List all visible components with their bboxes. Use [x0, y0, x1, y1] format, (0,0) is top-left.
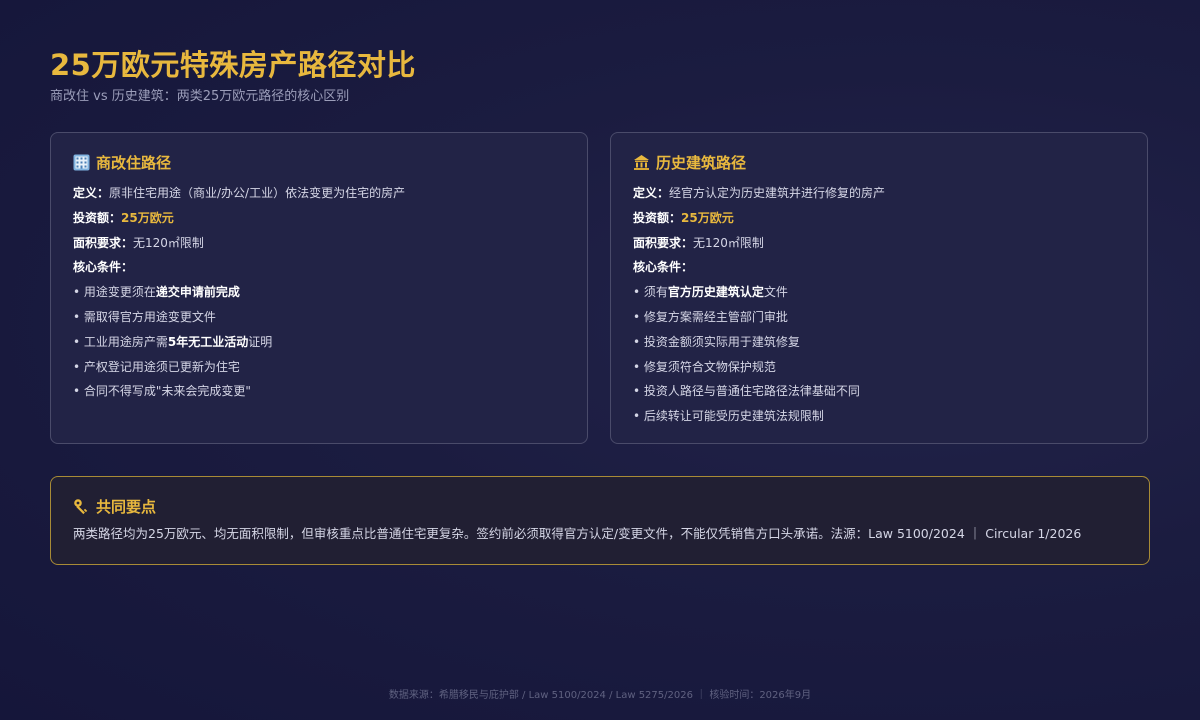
common-title: 共同要点 — [96, 497, 157, 516]
condition-item: • 需取得官方用途变更文件 — [73, 309, 216, 324]
investment-row: 投资额：25万欧元 — [73, 210, 174, 225]
card-title: 历史建筑路径 — [656, 153, 747, 172]
condition-item: • 后续转让可能受历史建筑法规限制 — [633, 409, 824, 424]
area-row: 面积要求：无120㎡限制 — [73, 235, 204, 250]
condition-item: • 投资人路径与普通住宅路径法律基础不同 — [633, 384, 860, 399]
condition-item: • 修复须符合文物保护规范 — [633, 359, 776, 374]
condition-item: • 须有官方历史建筑认定文件 — [633, 285, 788, 300]
common-points-box: 共同要点 两类路径均为25万欧元、均无面积限制，但审核重点比普通住宅更复杂。签约… — [50, 476, 1150, 565]
card-header: 历史建筑路径 — [633, 151, 1125, 173]
key-icon — [73, 498, 90, 515]
definition-row: 定义：经官方认定为历史建筑并进行修复的房产 — [633, 186, 886, 200]
heritage-path-card: 历史建筑路径 定义：经官方认定为历史建筑并进行修复的房产 投资额：25万欧元 面… — [610, 132, 1148, 444]
card-header: 商改住路径 — [73, 151, 565, 173]
common-header: 共同要点 — [73, 495, 1127, 517]
office-building-icon — [73, 154, 90, 171]
condition-item: • 合同不得写成"未来会完成变更" — [73, 384, 251, 399]
page-title: 25万欧元特殊房产路径对比 — [50, 48, 416, 82]
page-subtitle: 商改住 vs 历史建筑：两类25万欧元路径的核心区别 — [50, 89, 350, 104]
condition-item: • 工业用途房产需5年无工业活动证明 — [73, 334, 273, 349]
area-row: 面积要求：无120㎡限制 — [633, 235, 764, 250]
common-text: 两类路径均为25万欧元、均无面积限制，但审核重点比普通住宅更复杂。签约前必须取得… — [73, 526, 1082, 541]
condition-item: • 产权登记用途须已更新为住宅 — [73, 359, 240, 374]
conditions-heading: 核心条件： — [633, 260, 694, 275]
investment-row: 投资额：25万欧元 — [633, 210, 734, 225]
condition-item: • 用途变更须在递交申请前完成 — [73, 285, 240, 300]
footer-source: 数据来源：希腊移民与庇护部 / Law 5100/2024 / Law 5275… — [388, 690, 812, 701]
conditions-heading: 核心条件： — [73, 260, 134, 275]
condition-item: • 投资金额须实际用于建筑修复 — [633, 334, 800, 349]
condition-item: • 修复方案需经主管部门审批 — [633, 309, 788, 324]
card-title: 商改住路径 — [96, 153, 172, 172]
historic-building-icon — [633, 154, 650, 171]
definition-row: 定义：原非住宅用途（商业/办公/工业）依法变更为住宅的房产 — [73, 186, 406, 200]
conversion-path-card: 商改住路径 定义：原非住宅用途（商业/办公/工业）依法变更为住宅的房产 投资额：… — [50, 132, 588, 444]
